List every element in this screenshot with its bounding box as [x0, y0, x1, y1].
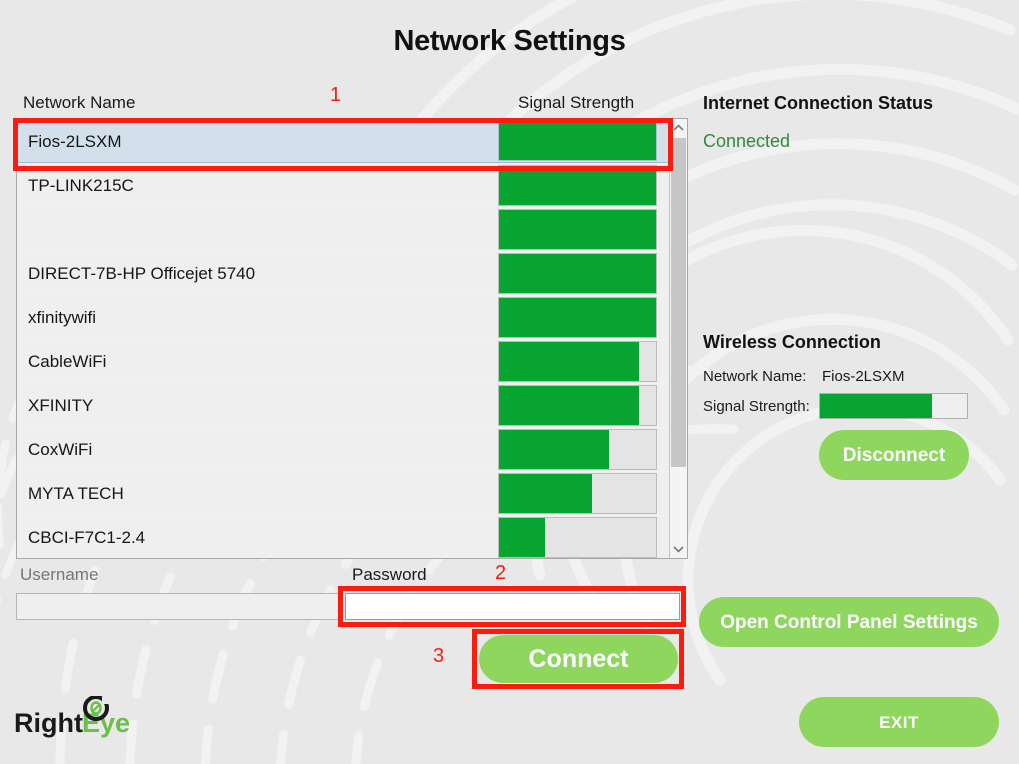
scroll-down-button[interactable] — [670, 540, 687, 558]
network-row-signal-bar — [498, 473, 657, 514]
network-row-name: CoxWiFi — [28, 439, 93, 459]
network-row-name: TP-LINK215C — [28, 175, 134, 195]
network-row-signal-bar — [498, 122, 657, 161]
internet-status-value: Connected — [703, 131, 791, 151]
network-row-signal-fill — [499, 386, 639, 425]
logo-text-right: Right — [14, 708, 83, 738]
network-row-signal-fill — [499, 342, 639, 381]
network-row-signal-fill — [499, 210, 656, 249]
exit-button[interactable]: EXIT — [799, 697, 999, 747]
scrollbar-thumb[interactable] — [671, 138, 686, 467]
network-row-signal-bar — [498, 517, 657, 558]
network-row[interactable]: TP-LINK215C — [17, 164, 669, 207]
network-row-signal-bar — [498, 165, 657, 206]
scroll-up-button[interactable] — [670, 119, 687, 137]
network-row-name: xfinitywifi — [28, 307, 97, 327]
network-row[interactable]: CableWiFi — [17, 340, 669, 383]
disconnect-button[interactable]: Disconnect — [819, 430, 969, 480]
network-row[interactable]: Fios-2LSXM — [17, 120, 669, 163]
page-title: Network Settings — [393, 25, 626, 57]
username-label: Username — [20, 565, 99, 584]
username-input[interactable] — [16, 593, 341, 620]
column-header-network-name: Network Name — [23, 93, 136, 112]
wireless-signal-strength-label: Signal Strength: — [703, 398, 810, 415]
connect-button[interactable]: Connect — [479, 635, 678, 683]
wireless-network-name-value: Fios-2LSXM — [822, 368, 905, 385]
annotation-number-1: 1 — [330, 84, 342, 106]
chevron-up-icon — [673, 124, 684, 131]
password-label: Password — [352, 565, 427, 584]
open-control-panel-settings-button[interactable]: Open Control Panel Settings — [699, 597, 999, 647]
annotation-number-3: 3 — [433, 645, 445, 667]
chevron-down-icon — [673, 546, 684, 553]
network-row-signal-bar — [498, 297, 657, 338]
network-row-signal-bar — [498, 209, 657, 250]
network-row-name: Fios-2LSXM — [28, 131, 122, 151]
network-row[interactable]: DIRECT-7B-HP Officejet 5740 — [17, 252, 669, 295]
network-row-signal-bar — [498, 253, 657, 294]
password-input[interactable] — [345, 593, 680, 620]
network-row[interactable] — [17, 208, 669, 251]
network-row[interactable]: CBCI-F7C1-2.4 — [17, 516, 669, 558]
network-row[interactable]: CoxWiFi — [17, 428, 669, 471]
network-row[interactable]: XFINITY — [17, 384, 669, 427]
network-row-signal-bar — [498, 429, 657, 470]
column-header-signal-strength: Signal Strength — [518, 93, 635, 112]
wireless-signal-strength-bar — [819, 393, 968, 419]
network-row[interactable]: MYTA TECH — [17, 472, 669, 515]
network-row[interactable]: xfinitywifi — [17, 296, 669, 339]
network-row-signal-fill — [499, 166, 656, 205]
network-list-rows[interactable]: Fios-2LSXM TP-LINK215C DIRECT-7B-HP Office… — [17, 119, 669, 558]
internet-status-heading: Internet Connection Status — [703, 93, 934, 113]
wireless-signal-strength-fill — [820, 394, 932, 418]
network-row-name: MYTA TECH — [28, 483, 124, 503]
wireless-connection-heading: Wireless Connection — [703, 332, 881, 352]
network-row-name: DIRECT-7B-HP Officejet 5740 — [28, 263, 256, 283]
network-row-signal-fill — [499, 254, 656, 293]
network-list-panel: Fios-2LSXM TP-LINK215C DIRECT-7B-HP Office… — [16, 118, 688, 559]
network-row-signal-bar — [498, 341, 657, 382]
network-row-name: CBCI-F7C1-2.4 — [28, 527, 146, 547]
network-row-name: CableWiFi — [28, 351, 107, 371]
network-row-signal-fill — [499, 474, 592, 513]
network-row-signal-fill — [499, 298, 656, 337]
network-row-signal-bar — [498, 385, 657, 426]
network-row-signal-fill — [499, 518, 545, 557]
network-list-scrollbar[interactable] — [669, 119, 687, 558]
network-row-signal-fill — [499, 123, 656, 160]
wireless-network-name-label: Network Name: — [703, 368, 807, 385]
annotation-number-2: 2 — [495, 562, 507, 584]
righteye-logo: Right Eye — [14, 696, 130, 738]
network-row-name: XFINITY — [28, 395, 94, 415]
network-row-signal-fill — [499, 430, 609, 469]
